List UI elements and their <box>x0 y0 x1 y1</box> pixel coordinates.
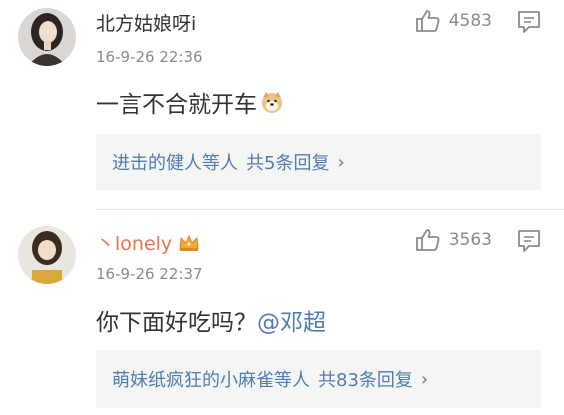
comment-item: 北方姑娘呀i 16-9-26 22:36 一言不合就开车 4583 进击的健人等… <box>0 0 564 210</box>
comment-text-content: 一言不合就开车 <box>96 92 257 118</box>
comment-item: 丶lonely 16-9-26 22:37 你下面好吃吗？ @邓超 3563 萌… <box>0 210 564 415</box>
reply-users: 萌妹纸疯狂的小麻雀等人 <box>112 370 310 391</box>
like-count: 3563 <box>448 230 492 250</box>
mention-link[interactable]: @邓超 <box>257 303 326 337</box>
username-text: 丶lonely <box>96 233 173 255</box>
thumbs-up-icon <box>415 10 440 32</box>
comment-icon <box>518 230 540 252</box>
like-count: 4583 <box>448 11 492 31</box>
reply-count: 共83条回复 <box>318 370 413 391</box>
avatar[interactable] <box>18 226 76 284</box>
comment-text-content: 你下面好吃吗？ <box>96 310 257 336</box>
comment-icon <box>518 11 540 33</box>
chevron-right-icon: › <box>337 151 345 173</box>
like-button[interactable]: 3563 <box>415 228 492 252</box>
reply-button[interactable] <box>516 228 542 254</box>
reply-summary[interactable]: 萌妹纸疯狂的小麻雀等人 共83条回复 › <box>96 350 541 408</box>
like-button[interactable]: 4583 <box>415 9 492 33</box>
reply-users: 进击的健人等人 <box>112 153 238 174</box>
timestamp: 16-9-26 22:37 <box>96 265 203 283</box>
avatar[interactable] <box>18 8 76 66</box>
reply-count: 共5条回复 <box>246 153 330 174</box>
reply-summary[interactable]: 进击的健人等人 共5条回复 › <box>96 134 541 190</box>
username[interactable]: 丶lonely <box>96 229 200 256</box>
reply-button[interactable] <box>516 9 542 35</box>
doge-emoji-icon <box>260 90 284 114</box>
crown-icon <box>178 233 200 253</box>
username[interactable]: 北方姑娘呀i <box>96 9 196 36</box>
comment-text: 你下面好吃吗？ @邓超 <box>96 303 326 337</box>
thumbs-up-icon <box>415 229 440 251</box>
chevron-right-icon: › <box>420 368 429 390</box>
comment-text: 一言不合就开车 <box>96 85 284 119</box>
timestamp: 16-9-26 22:36 <box>96 48 203 66</box>
